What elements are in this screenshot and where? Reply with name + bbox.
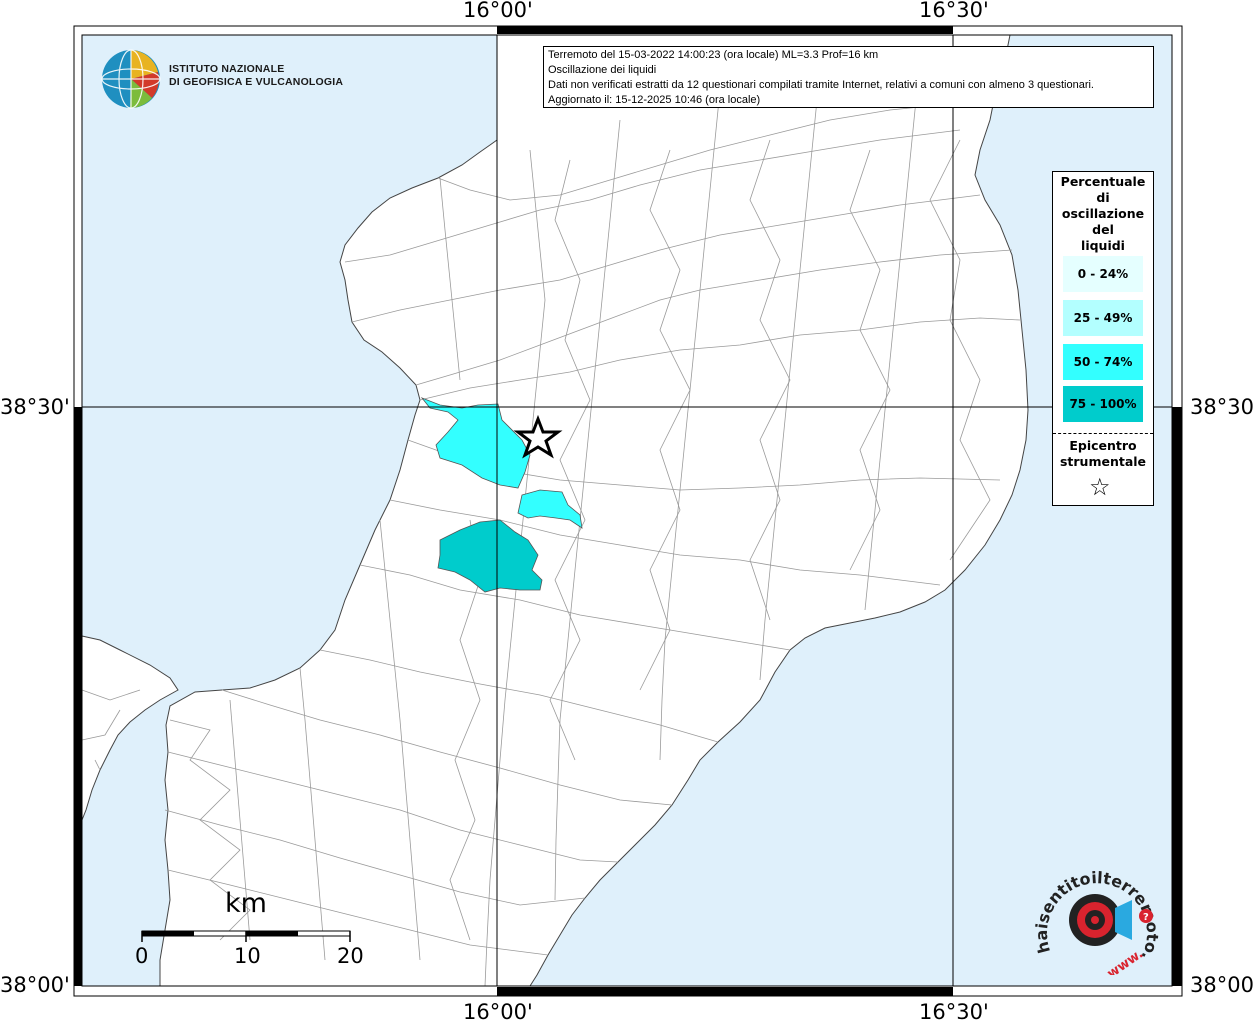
data-note-line: Dati non verificati estratti da 12 quest… (548, 79, 1094, 91)
legend-separator (1053, 433, 1153, 434)
lat-label-right-north: 38°30' (1190, 395, 1255, 419)
lon-label-bottom-west: 16°00' (463, 1000, 533, 1024)
svg-text:?: ? (1143, 912, 1149, 923)
event-line: Terremoto del 15-03-2022 14:00:23 (ora l… (548, 49, 879, 61)
legend-class-50-74: 50 - 74% (1063, 344, 1143, 380)
legend-title: Percentuale di oscillazione del liquidi (1053, 172, 1153, 254)
ingv-name-line1: ISTITUTO NAZIONALE (169, 63, 285, 75)
hst-logo-prefix: www. (1105, 946, 1146, 975)
legend-title-line: Percentuale (1060, 174, 1146, 189)
lon-label-top-east: 16°30' (919, 0, 989, 22)
lat-label-right-south: 38°00' (1190, 973, 1255, 997)
ingv-globe-icon (101, 49, 161, 109)
lat-label-left-north: 38°30' (0, 395, 70, 419)
scale-label-10: 10 (234, 944, 261, 968)
scale-bar-title: km (225, 888, 267, 919)
legend-title-line: liquidi (1081, 238, 1125, 253)
legend-title-line: di (1096, 190, 1110, 205)
map-type-line: Oscillazione dei liquidi (548, 64, 657, 76)
legend-class-25-49: 25 - 49% (1063, 300, 1143, 336)
legend: Percentuale di oscillazione del liquidi … (1052, 171, 1154, 506)
legend-epicenter-line2: strumentale (1059, 454, 1147, 469)
legend-class-75-100: 75 - 100% (1063, 386, 1143, 422)
legend-title-line: del (1092, 222, 1114, 237)
scale-label-20: 20 (337, 944, 364, 968)
updated-line: Aggiornato il: 15-12-2025 10:46 (ora loc… (548, 94, 761, 106)
legend-title-line: oscillazione (1061, 206, 1145, 221)
ingv-name-line2: DI GEOFISICA E VULCANOLOGIA (169, 76, 344, 88)
lon-label-bottom-east: 16°30' (919, 1000, 989, 1024)
haisentito-logo-icon: haisentitoilterremoto.it ? www. (1030, 860, 1162, 975)
lon-label-top-west: 16°00' (463, 0, 533, 22)
event-info-box: Terremoto del 15-03-2022 14:00:23 (ora l… (543, 46, 1154, 108)
star-icon: ☆ (1089, 473, 1111, 501)
lat-label-left-south: 38°00' (0, 973, 70, 997)
ingv-name: ISTITUTO NAZIONALE DI GEOFISICA E VULCAN… (169, 63, 343, 89)
legend-epicenter-line1: Epicentro (1069, 438, 1137, 453)
legend-class-0-24: 0 - 24% (1063, 256, 1143, 292)
scale-label-0: 0 (135, 944, 149, 968)
legend-epicenter-label: Epicentro strumentale (1053, 438, 1153, 470)
